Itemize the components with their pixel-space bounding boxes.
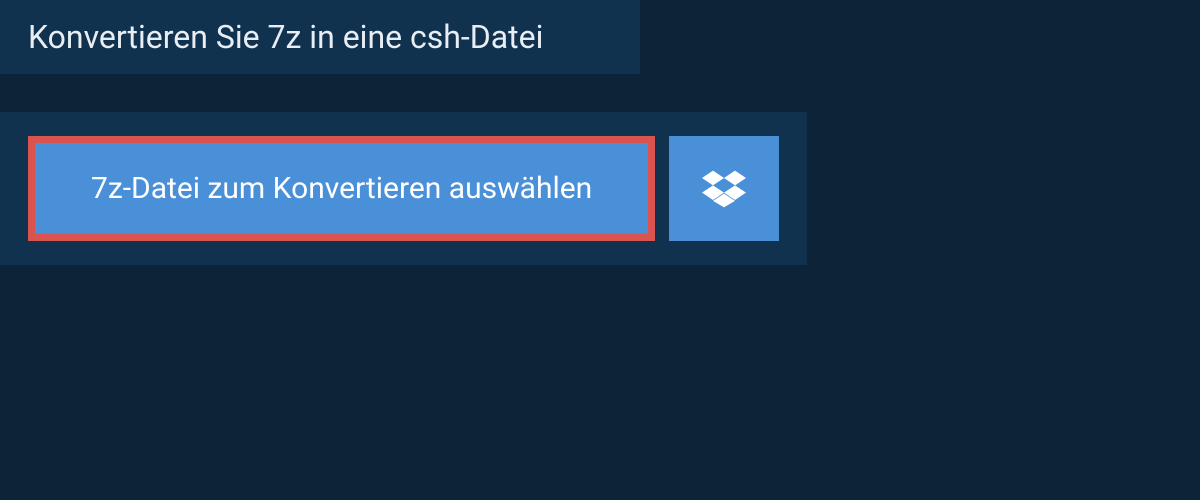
select-file-label: 7z-Datei zum Konvertieren auswählen bbox=[91, 171, 592, 206]
dropbox-button[interactable] bbox=[669, 136, 779, 241]
upload-section: 7z-Datei zum Konvertieren auswählen bbox=[0, 112, 807, 265]
page-title: Konvertieren Sie 7z in eine csh-Datei bbox=[28, 18, 612, 56]
dropbox-icon bbox=[702, 167, 746, 211]
select-file-button[interactable]: 7z-Datei zum Konvertieren auswählen bbox=[28, 136, 655, 241]
header-bar: Konvertieren Sie 7z in eine csh-Datei bbox=[0, 0, 640, 74]
